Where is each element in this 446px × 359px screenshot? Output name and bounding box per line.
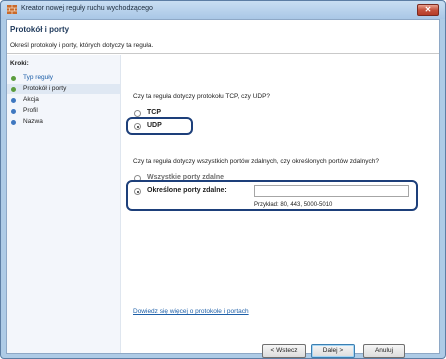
back-button[interactable]: < Wstecz <box>262 344 306 358</box>
sidebar-item-label: Nazwa <box>23 118 43 125</box>
protocol-question: Czy ta reguła dotyczy protokołu TCP, czy… <box>133 93 271 100</box>
sidebar-item-label: Profil <box>23 107 38 114</box>
step-complete-icon <box>11 76 16 81</box>
title-bar[interactable]: Kreator nowej reguły ruchu wychodzącego … <box>1 1 445 19</box>
page-title: Protokół i porty <box>10 25 70 34</box>
radio-label: TCP <box>147 109 161 116</box>
step-pending-icon <box>11 98 16 103</box>
sidebar-item-label: Akcja <box>23 96 39 103</box>
step-pending-icon <box>11 120 16 125</box>
sidebar-item-label: Protokół i porty <box>23 85 67 92</box>
sidebar-item-name[interactable]: Nazwa <box>7 117 120 127</box>
wizard-content: Czy ta reguła dotyczy protokołu TCP, czy… <box>122 55 439 358</box>
steps-sidebar: Kroki: Typ reguły Protokół i porty Akcja… <box>7 55 121 353</box>
close-button[interactable]: ✕ <box>417 4 439 16</box>
sidebar-item-profile[interactable]: Profil <box>7 106 120 116</box>
cancel-button[interactable]: Anuluj <box>363 344 405 358</box>
window-title: Kreator nowej reguły ruchu wychodzącego <box>21 5 153 12</box>
step-pending-icon <box>11 109 16 114</box>
next-button[interactable]: Dalej > <box>311 344 355 358</box>
learn-more-link[interactable]: Dowiedz się więcej o protokole i portach <box>133 308 249 315</box>
sidebar-item-rule-type[interactable]: Typ reguły <box>7 73 120 83</box>
ports-question: Czy ta reguła dotyczy wszystkich portów … <box>133 158 380 165</box>
sidebar-item-protocol-ports[interactable]: Protokół i porty <box>7 84 120 94</box>
page-subtitle: Określ protokoły i porty, których dotycz… <box>10 42 154 49</box>
wizard-window: Kreator nowej reguły ruchu wychodzącego … <box>0 0 446 359</box>
sidebar-item-label: Typ reguły <box>23 74 53 81</box>
close-icon: ✕ <box>424 5 432 14</box>
step-current-icon <box>11 87 16 92</box>
sidebar-item-action[interactable]: Akcja <box>7 95 120 105</box>
udp-highlight-frame <box>126 117 193 135</box>
firewall-icon <box>7 5 17 14</box>
steps-label: Kroki: <box>10 60 29 67</box>
radio-circle <box>134 110 141 117</box>
specific-ports-highlight-frame <box>126 180 418 211</box>
wizard-client-area: Protokół i porty Określ protokoły i port… <box>6 19 440 358</box>
wizard-header: Protokół i porty Określ protokoły i port… <box>7 20 439 54</box>
